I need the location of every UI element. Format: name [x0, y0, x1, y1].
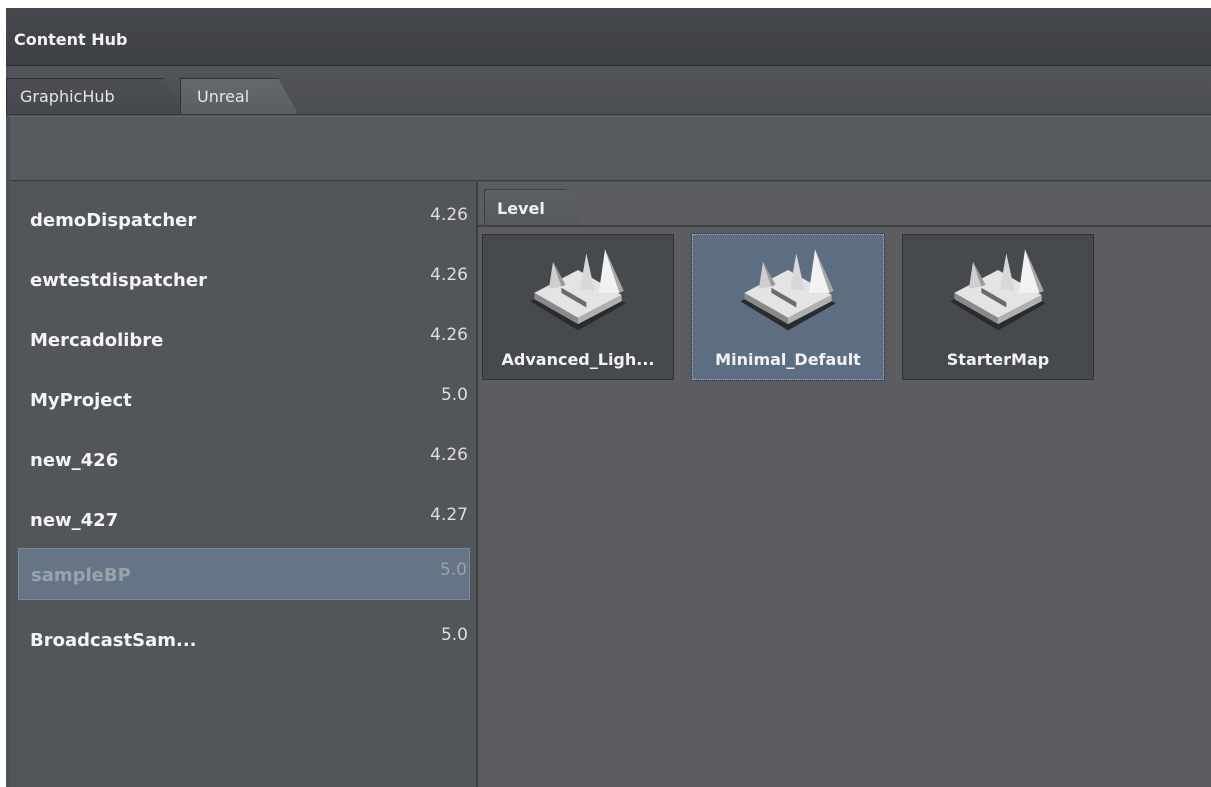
tab-graphichub[interactable]: GraphicHub [6, 78, 184, 114]
project-item-broadcastsample[interactable]: BroadcastSam... 5.0 [18, 614, 470, 666]
toolbar-area [10, 116, 1211, 181]
tab-underline [478, 225, 1211, 227]
project-item-mercadolibre[interactable]: Mercadolibre 4.26 [18, 314, 470, 366]
project-item-myproject[interactable]: MyProject 5.0 [18, 374, 470, 426]
project-name: new_427 [30, 510, 119, 531]
project-version: 4.27 [430, 505, 468, 525]
project-name: BroadcastSam... [30, 630, 197, 651]
tab-unreal-label: Unreal [197, 87, 250, 106]
project-version: 4.26 [430, 325, 468, 345]
project-version: 5.0 [439, 560, 467, 580]
project-name: sampleBP [31, 565, 131, 586]
window-title: Content Hub [14, 30, 128, 49]
tab-graphichub-label: GraphicHub [20, 87, 115, 106]
tab-level[interactable]: Level [484, 189, 582, 226]
project-list: demoDispatcher 4.26 ewtestdispatcher 4.2… [10, 182, 476, 787]
level-tile-label: StarterMap [946, 350, 1050, 369]
tab-level-label: Level [497, 199, 545, 218]
project-name: new_426 [30, 450, 119, 471]
level-map-icon [740, 249, 836, 331]
level-tile-label: Advanced_Ligh... [501, 350, 655, 369]
level-map-icon [530, 249, 626, 331]
project-name: ewtestdispatcher [30, 270, 207, 291]
project-item-samplebp[interactable]: sampleBP 5.0 [18, 548, 470, 600]
project-version: 5.0 [440, 385, 468, 405]
project-name: MyProject [30, 390, 132, 411]
project-item-demodispatcher[interactable]: demoDispatcher 4.26 [18, 194, 470, 246]
content-hub-window: Content Hub GraphicHub Unreal demoDispat… [6, 8, 1211, 787]
tab-unreal[interactable]: Unreal [180, 78, 298, 114]
project-item-new-427[interactable]: new_427 4.27 [18, 494, 470, 546]
project-item-ewtestdispatcher[interactable]: ewtestdispatcher 4.26 [18, 254, 470, 306]
hub-tab-bar: GraphicHub Unreal [6, 67, 1211, 115]
level-tile-startermap[interactable]: StarterMap [902, 234, 1094, 380]
project-version: 4.26 [430, 265, 468, 285]
level-tile-minimal-default[interactable]: Minimal_Default [691, 233, 885, 381]
level-tile-label: Minimal_Default [715, 350, 861, 369]
level-map-icon [950, 249, 1046, 331]
project-item-new-426[interactable]: new_426 4.26 [18, 434, 470, 486]
project-version: 4.26 [430, 205, 468, 225]
project-version: 4.26 [430, 445, 468, 465]
project-name: Mercadolibre [30, 330, 164, 351]
title-bar: Content Hub [6, 8, 1211, 66]
project-name: demoDispatcher [30, 210, 197, 231]
project-version: 5.0 [440, 625, 468, 645]
level-tile-advanced-lighting[interactable]: Advanced_Ligh... [482, 234, 674, 380]
content-panel: Level Advanced_Ligh... Minimal_Default S… [478, 182, 1211, 787]
